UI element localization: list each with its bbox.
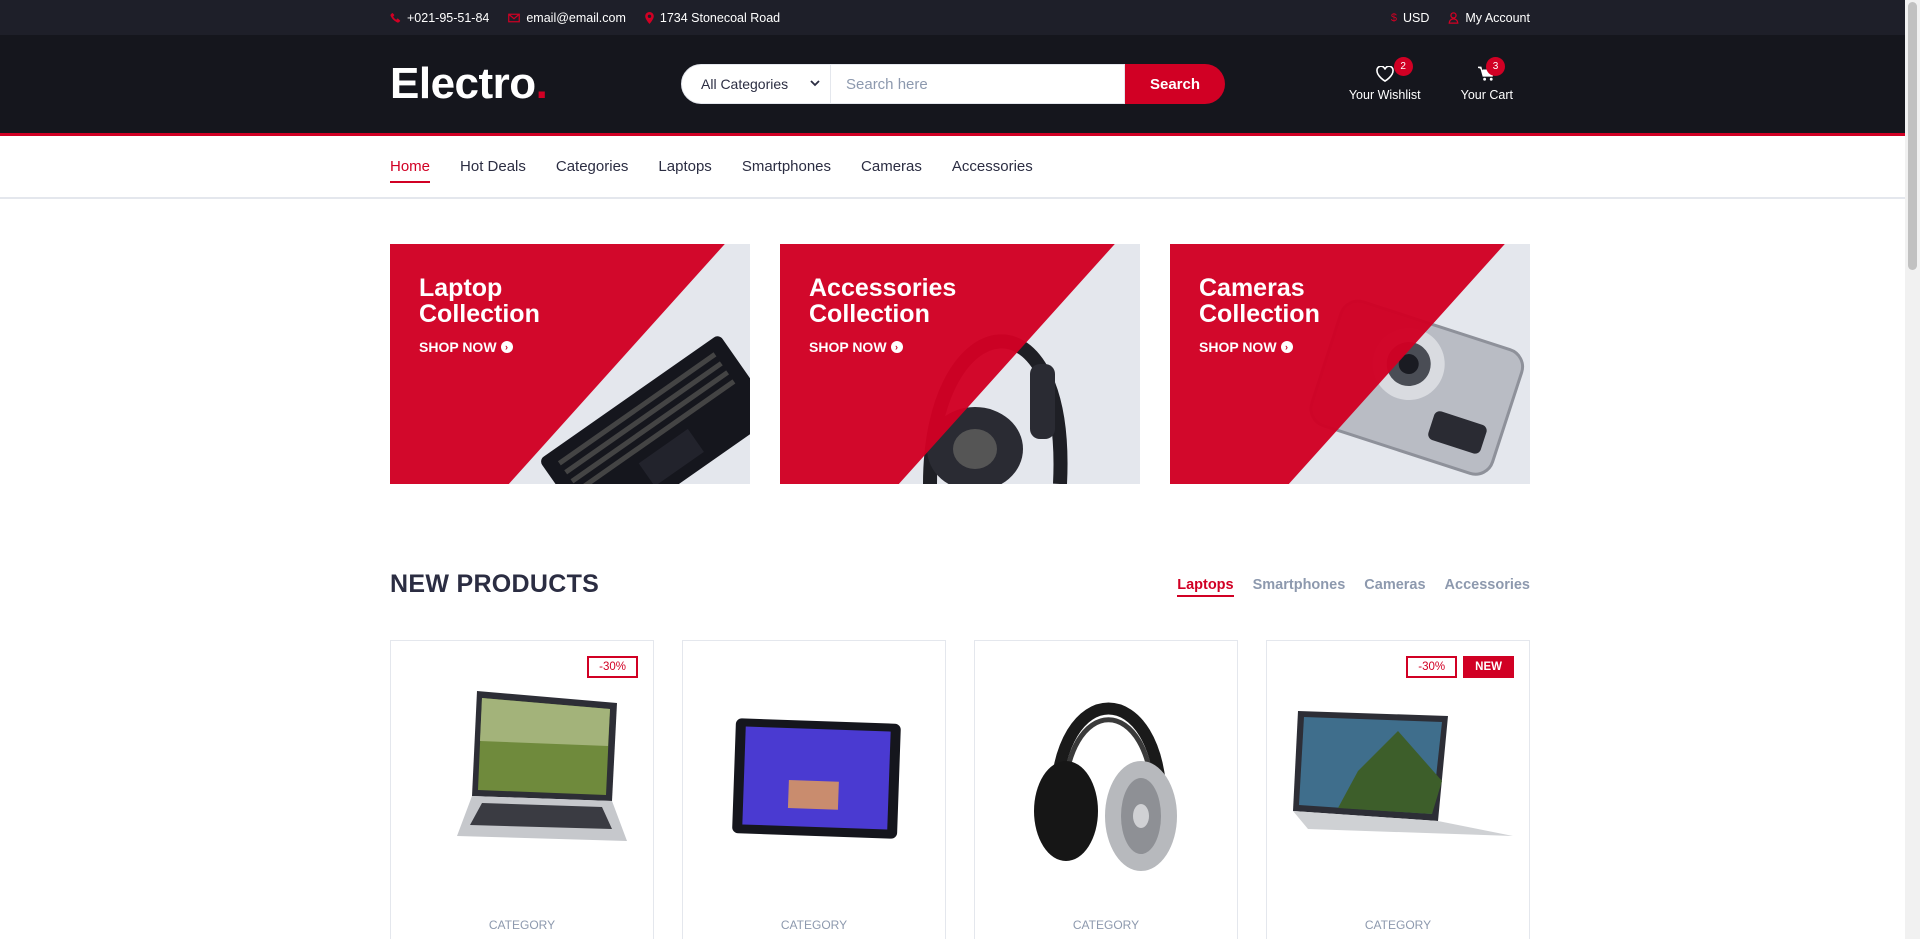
phone-link[interactable]: +021-95-51-84 (390, 11, 489, 25)
product-card[interactable]: CATEGORY (974, 640, 1238, 939)
collection-title: Laptop Collection (419, 274, 540, 328)
cart-count-badge: 3 (1486, 57, 1505, 76)
cart-button[interactable]: Your Cart 3 (1460, 57, 1513, 102)
nav-item-smartphones[interactable]: Smartphones (742, 158, 831, 175)
shop-now-link[interactable]: SHOP NOW › (1199, 339, 1399, 355)
tab-accessories[interactable]: Accessories (1445, 577, 1530, 593)
account-link[interactable]: My Account (1448, 11, 1530, 25)
arrow-circle-right-icon: › (1280, 341, 1293, 353)
top-header: +021-95-51-84 email@email.com 1734 Stone… (0, 0, 1920, 35)
collection-text: Laptop Collection SHOP NOW › (419, 275, 619, 355)
envelope-icon (508, 13, 521, 23)
new-badge: NEW (1463, 656, 1514, 678)
collection-laptop[interactable]: Laptop Collection SHOP NOW › (390, 244, 750, 484)
product-card[interactable]: -30% CATEGORY (390, 640, 654, 939)
logo[interactable]: Electro. (390, 59, 681, 109)
collection-text: Cameras Collection SHOP NOW › (1199, 275, 1399, 355)
address-link[interactable]: 1734 Stonecoal Road (645, 11, 780, 25)
shop-now-link[interactable]: SHOP NOW › (809, 339, 1009, 355)
scrollbar-thumb[interactable] (1908, 2, 1917, 270)
section-title: New Products (390, 570, 600, 598)
nav-item-categories[interactable]: Categories (556, 158, 629, 175)
arrow-circle-right-icon: › (500, 341, 513, 353)
currency-link[interactable]: $ USD (1391, 11, 1430, 25)
search-form: All Categories Search (681, 64, 1225, 104)
product-category: CATEGORY (1364, 918, 1432, 932)
tab-cameras[interactable]: Cameras (1364, 577, 1425, 593)
category-select[interactable]: All Categories (681, 64, 831, 104)
category-select-value: All Categories (701, 76, 789, 92)
nav-item-cameras[interactable]: Cameras (861, 158, 922, 175)
product-image[interactable] (975, 641, 1237, 891)
tab-smartphones[interactable]: Smartphones (1253, 577, 1346, 593)
email-link[interactable]: email@email.com (508, 11, 626, 25)
collection-cameras[interactable]: Cameras Collection SHOP NOW › (1170, 244, 1530, 484)
product-tabs: Laptops Smartphones Cameras Accessories (1177, 577, 1530, 597)
chevron-down-icon (810, 78, 820, 90)
cart-label: Your Cart (1460, 88, 1513, 102)
collection-text: Accessories Collection SHOP NOW › (809, 275, 1009, 355)
product-category: CATEGORY (780, 918, 848, 932)
user-icon (1448, 11, 1459, 24)
product-card[interactable]: -30% NEW CATEGORY (1266, 640, 1530, 939)
product-category: CATEGORY (488, 918, 556, 932)
wishlist-label: Your Wishlist (1348, 88, 1421, 102)
map-marker-icon (645, 11, 654, 24)
product-list: -30% CATEGORY CATEGORY CATEGORY -30% NEW (390, 640, 1530, 939)
currency-text: USD (1402, 10, 1430, 25)
shop-now-link[interactable]: SHOP NOW › (419, 339, 619, 355)
nav-item-accessories[interactable]: Accessories (952, 158, 1033, 175)
main-header: Electro. All Categories Search Your Wish… (0, 35, 1920, 136)
logo-text: Electro (390, 59, 536, 108)
product-category: CATEGORY (1072, 918, 1140, 932)
sale-badge: -30% (587, 656, 638, 678)
product-card[interactable]: CATEGORY (682, 640, 946, 939)
account-links: $ USD My Account (1391, 11, 1530, 25)
page-scrollbar[interactable] (1905, 0, 1920, 939)
contact-links: +021-95-51-84 email@email.com 1734 Stone… (390, 11, 780, 25)
tab-laptops[interactable]: Laptops (1177, 577, 1235, 597)
email-text: email@email.com (526, 10, 626, 25)
nav-item-hot-deals[interactable]: Hot Deals (460, 158, 526, 175)
address-text: 1734 Stonecoal Road (659, 10, 781, 25)
dollar-icon: $ (1390, 11, 1397, 24)
nav-list: Home Hot Deals Categories Laptops Smartp… (390, 136, 1530, 197)
nav-item-laptops[interactable]: Laptops (658, 158, 711, 175)
account-text: My Account (1465, 10, 1530, 25)
main-navigation: Home Hot Deals Categories Laptops Smartp… (0, 136, 1920, 199)
collection-banners: Laptop Collection SHOP NOW › Accessories Co… (390, 244, 1530, 484)
new-products-header: New Products Laptops Smartphones Cameras… (390, 570, 1530, 599)
header-actions: Your Wishlist 2 Your Cart 3 (1348, 57, 1513, 102)
product-image[interactable] (1267, 641, 1529, 891)
arrow-circle-right-icon: › (890, 341, 903, 353)
wishlist-count-badge: 2 (1393, 57, 1413, 76)
phone-text: +021-95-51-84 (407, 10, 490, 25)
sale-badge: -30% (1406, 656, 1458, 678)
collection-title: Accessories Collection (809, 274, 957, 328)
collection-accessories[interactable]: Accessories Collection SHOP NOW › (780, 244, 1140, 484)
collection-title: Cameras Collection (1199, 274, 1320, 328)
phone-icon (390, 12, 401, 23)
wishlist-button[interactable]: Your Wishlist 2 (1348, 57, 1421, 102)
product-labels: -30% (587, 656, 638, 678)
logo-dot: . (535, 59, 548, 108)
product-image[interactable] (683, 641, 945, 891)
product-image[interactable] (391, 641, 653, 891)
product-labels: -30% NEW (1406, 656, 1514, 678)
search-input[interactable] (831, 64, 1125, 104)
nav-item-home[interactable]: Home (390, 158, 431, 183)
search-button[interactable]: Search (1125, 64, 1225, 104)
